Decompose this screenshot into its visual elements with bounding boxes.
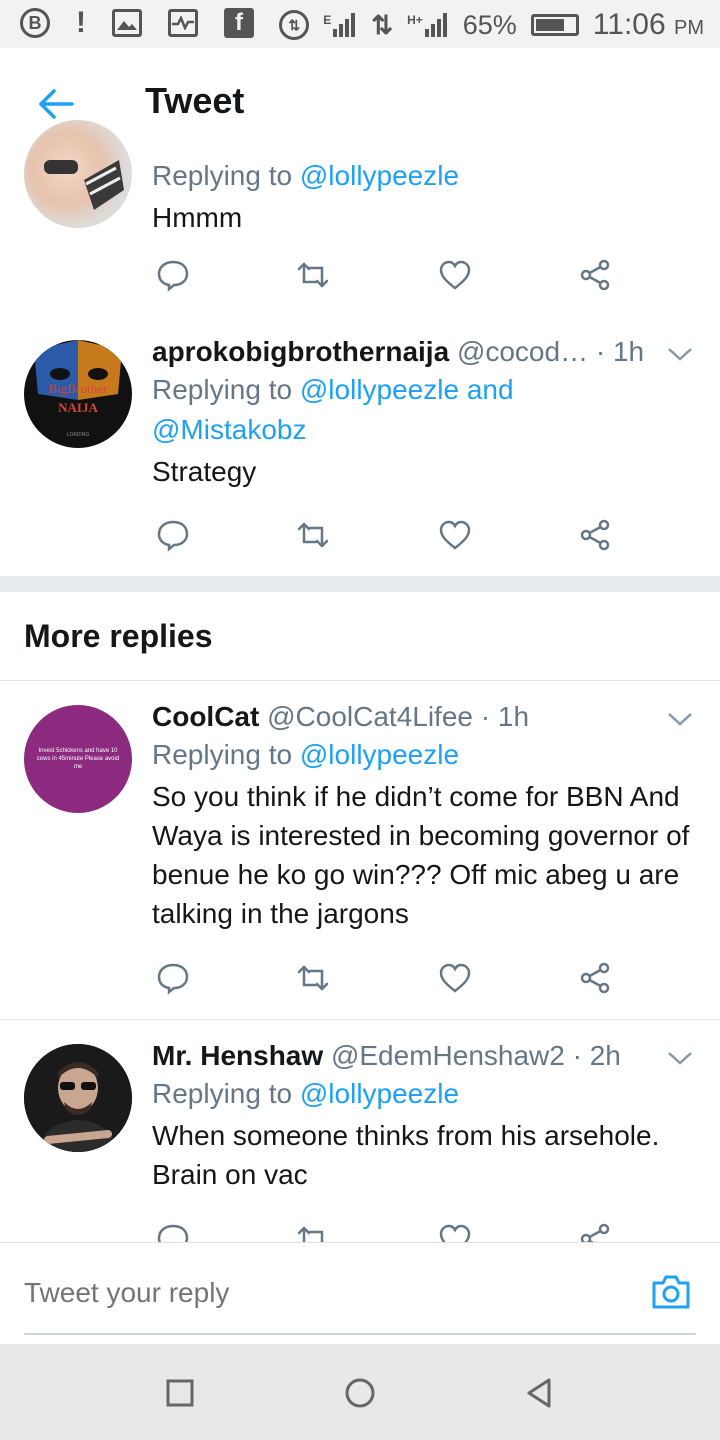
back-nav-icon[interactable] xyxy=(523,1376,557,1410)
retweet-icon[interactable] xyxy=(296,961,330,995)
system-nav-bar xyxy=(0,1344,720,1440)
pulse-icon xyxy=(168,9,198,37)
tweet-item[interactable]: BigBrother NAIJA LOADING aprokobigbrothe… xyxy=(0,316,720,577)
replying-to: Replying to @lollypeezle and @Mistakobz xyxy=(152,374,514,445)
reply-icon[interactable] xyxy=(156,518,190,552)
chevron-down-icon[interactable] xyxy=(666,340,694,368)
tweet-actions xyxy=(152,258,612,294)
timestamp: · 1h xyxy=(595,336,645,367)
b-circle-icon: B xyxy=(20,8,50,38)
battery-percent: 65% xyxy=(462,9,517,40)
avatar[interactable]: Invest 5chickens and have 10 cows in 45m… xyxy=(24,705,132,813)
tweet-item[interactable]: Invest 5chickens and have 10 cows in 45m… xyxy=(0,681,720,1020)
replying-to: Replying to @lollypeezle xyxy=(152,739,460,770)
section-title: More replies xyxy=(24,618,213,654)
tweet-item[interactable]: Replying to @lollypeezle Hmmm xyxy=(0,120,720,317)
signal-e-icon: E xyxy=(323,13,357,37)
like-icon[interactable] xyxy=(438,961,472,995)
section-divider xyxy=(0,576,720,592)
avatar-image xyxy=(24,1044,132,1152)
retweet-icon[interactable] xyxy=(296,518,330,552)
recents-icon[interactable] xyxy=(163,1376,197,1410)
data-saver-icon: ⇅ xyxy=(279,10,310,40)
reply-icon[interactable] xyxy=(156,258,190,292)
mention-link[interactable]: @lollypeezle xyxy=(300,1078,459,1109)
share-icon[interactable] xyxy=(578,1222,612,1242)
tweet-actions xyxy=(152,1222,612,1242)
tweet-text: Strategy xyxy=(152,456,257,487)
avatar-image xyxy=(44,160,124,210)
image-icon xyxy=(112,9,142,37)
avatar-image-text: Invest 5chickens and have 10 cows in 45m… xyxy=(36,748,120,770)
retweet-icon[interactable] xyxy=(296,258,330,292)
display-name[interactable]: Mr. Henshaw xyxy=(152,1040,323,1071)
page-title: Tweet xyxy=(145,80,245,121)
tweet-meta: CoolCat @CoolCat4Lifee · 1h xyxy=(152,699,696,735)
facebook-icon: f xyxy=(224,8,254,38)
reply-icon[interactable] xyxy=(156,961,190,995)
tweet-item[interactable]: Mr. Henshaw @EdemHenshaw2 · 2h Replying … xyxy=(0,1020,720,1242)
handle[interactable]: @cocod… xyxy=(457,336,588,367)
tweet-meta: aprokobigbrothernaija @cocod… · 1h xyxy=(152,334,696,370)
reply-input[interactable] xyxy=(24,1277,584,1309)
like-icon[interactable] xyxy=(438,518,472,552)
svg-text:LOADING: LOADING xyxy=(67,432,90,438)
avatar[interactable] xyxy=(24,1044,132,1152)
svg-text:BigBrother: BigBrother xyxy=(49,381,108,396)
signal-hplus-icon: H+ xyxy=(407,13,449,37)
handle[interactable]: @EdemHenshaw2 xyxy=(331,1040,565,1071)
alert-icon: ! xyxy=(76,6,86,39)
tweet-actions xyxy=(152,961,612,997)
battery-icon xyxy=(530,14,579,36)
tweet-text: Hmmm xyxy=(152,202,243,233)
back-arrow-icon[interactable] xyxy=(36,84,76,124)
share-icon[interactable] xyxy=(578,258,612,292)
mention-link[interactable]: @lollypeezle xyxy=(300,374,459,405)
avatar[interactable]: BigBrother NAIJA LOADING xyxy=(24,340,132,448)
chevron-down-icon[interactable] xyxy=(666,705,694,733)
tweet-actions xyxy=(152,518,612,554)
replying-to: Replying to @lollypeezle xyxy=(152,1078,460,1109)
tweet-text: When someone thinks from his arsehole. B… xyxy=(152,1120,660,1190)
camera-icon[interactable] xyxy=(650,1273,692,1311)
chevron-down-icon[interactable] xyxy=(666,1044,694,1072)
tweet-text: So you think if he didn’t come for BBN A… xyxy=(152,781,690,929)
avatar-image: BigBrother NAIJA LOADING xyxy=(34,340,122,438)
mention-link[interactable]: @lollypeezle xyxy=(300,160,459,191)
reply-composer xyxy=(0,1242,720,1345)
svg-text:NAIJA: NAIJA xyxy=(58,400,98,415)
share-icon[interactable] xyxy=(578,961,612,995)
replying-to: Replying to @lollypeezle xyxy=(152,160,460,191)
timestamp: · 2h xyxy=(572,1040,621,1071)
tweet-meta: Mr. Henshaw @EdemHenshaw2 · 2h xyxy=(152,1038,696,1074)
like-icon[interactable] xyxy=(438,258,472,292)
input-underline xyxy=(24,1333,696,1335)
avatar[interactable] xyxy=(24,120,132,228)
data-transfer-icon: ⇅ xyxy=(371,9,394,40)
clock: 11:06 PM xyxy=(592,8,704,41)
display-name[interactable]: CoolCat xyxy=(152,701,259,732)
home-icon[interactable] xyxy=(343,1376,377,1410)
handle[interactable]: @CoolCat4Lifee xyxy=(267,701,473,732)
display-name[interactable]: aprokobigbrothernaija xyxy=(152,336,449,367)
more-replies-header: More replies xyxy=(0,592,720,681)
mention-link[interactable]: @Mistakobz xyxy=(152,414,306,445)
share-icon[interactable] xyxy=(578,518,612,552)
retweet-icon[interactable] xyxy=(296,1222,330,1242)
timestamp: · 1h xyxy=(480,701,530,732)
status-bar: B ! f ⇅ E ⇅ H+ 65% 11:06 PM xyxy=(0,0,720,48)
like-icon[interactable] xyxy=(438,1222,472,1242)
mention-link[interactable]: @lollypeezle xyxy=(300,739,459,770)
reply-icon[interactable] xyxy=(156,1222,190,1242)
